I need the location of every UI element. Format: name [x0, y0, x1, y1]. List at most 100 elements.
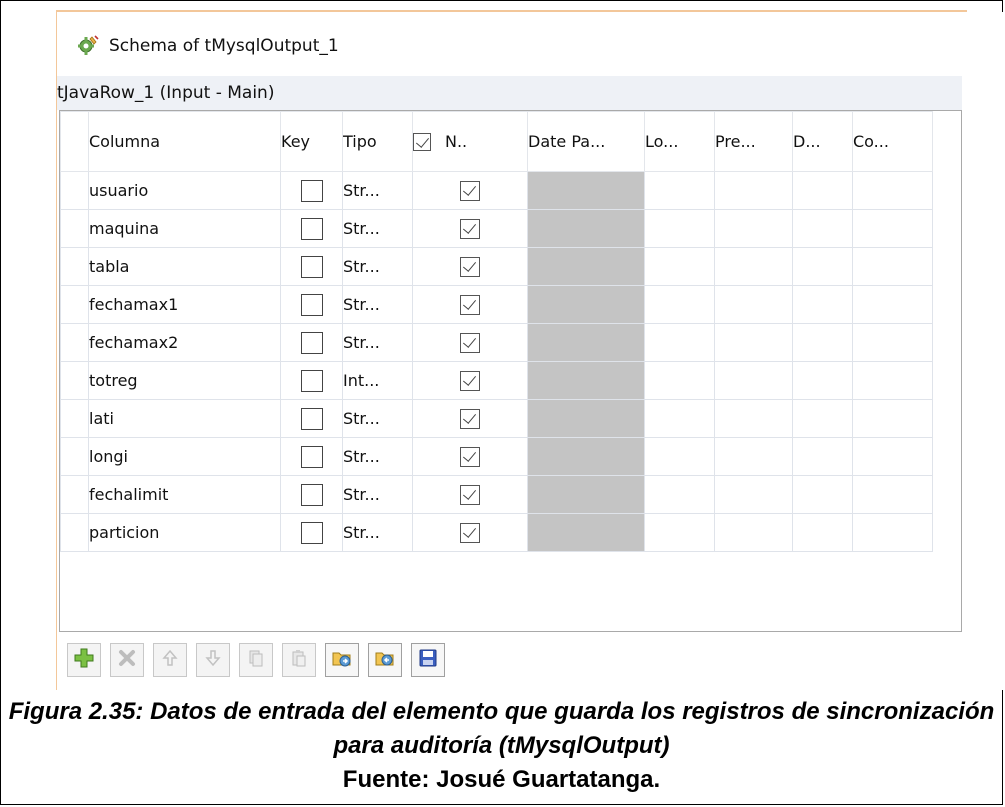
key-cell[interactable]: [280, 399, 343, 438]
table-row[interactable]: longi Str...: [60, 437, 933, 476]
column-name-cell[interactable]: lati: [88, 399, 281, 438]
table-row[interactable]: fechamax2 Str...: [60, 323, 933, 362]
key-checkbox[interactable]: [300, 293, 323, 316]
nullable-cell[interactable]: [412, 399, 528, 438]
default-cell[interactable]: [792, 361, 853, 400]
table-row[interactable]: usuario Str...: [60, 171, 933, 210]
default-cell[interactable]: [792, 399, 853, 438]
key-cell[interactable]: [280, 475, 343, 514]
table-row[interactable]: tabla Str...: [60, 247, 933, 286]
column-header-default[interactable]: D...: [792, 111, 853, 172]
column-name-cell[interactable]: usuario: [88, 171, 281, 210]
key-checkbox[interactable]: [300, 369, 323, 392]
precision-cell[interactable]: [714, 247, 793, 286]
column-header-precision[interactable]: Pre...: [714, 111, 793, 172]
type-cell[interactable]: Str...: [342, 247, 413, 286]
table-row[interactable]: fechamax1 Str...: [60, 285, 933, 324]
type-cell[interactable]: Str...: [342, 209, 413, 248]
column-name-cell[interactable]: fechamax1: [88, 285, 281, 324]
column-name-cell[interactable]: totreg: [88, 361, 281, 400]
comment-cell[interactable]: [852, 399, 933, 438]
column-header-date-pattern[interactable]: Date Pa...: [527, 111, 645, 172]
nullable-checkbox[interactable]: [460, 294, 480, 315]
length-cell[interactable]: [644, 361, 715, 400]
key-cell[interactable]: [280, 247, 343, 286]
default-cell[interactable]: [792, 475, 853, 514]
nullable-checkbox[interactable]: [460, 522, 480, 543]
key-checkbox[interactable]: [300, 255, 323, 278]
comment-cell[interactable]: [852, 437, 933, 476]
column-header-comment[interactable]: Co...: [852, 111, 933, 172]
precision-cell[interactable]: [714, 513, 793, 552]
precision-cell[interactable]: [714, 323, 793, 362]
nullable-cell[interactable]: [412, 171, 528, 210]
table-row[interactable]: particion Str...: [60, 513, 933, 552]
default-cell[interactable]: [792, 513, 853, 552]
key-checkbox[interactable]: [300, 521, 323, 544]
nullable-checkbox[interactable]: [460, 332, 480, 353]
nullable-checkbox[interactable]: [460, 408, 480, 429]
paste-button[interactable]: [282, 643, 316, 677]
nullable-cell[interactable]: [412, 323, 528, 362]
move-down-button[interactable]: [196, 643, 230, 677]
column-name-cell[interactable]: particion: [88, 513, 281, 552]
comment-cell[interactable]: [852, 171, 933, 210]
column-name-cell[interactable]: fechamax2: [88, 323, 281, 362]
default-cell[interactable]: [792, 323, 853, 362]
nullable-cell[interactable]: [412, 247, 528, 286]
key-cell[interactable]: [280, 209, 343, 248]
length-cell[interactable]: [644, 513, 715, 552]
precision-cell[interactable]: [714, 475, 793, 514]
key-checkbox[interactable]: [300, 217, 323, 240]
move-up-button[interactable]: [153, 643, 187, 677]
comment-cell[interactable]: [852, 361, 933, 400]
type-cell[interactable]: Str...: [342, 513, 413, 552]
comment-cell[interactable]: [852, 209, 933, 248]
precision-cell[interactable]: [714, 361, 793, 400]
comment-cell[interactable]: [852, 513, 933, 552]
type-cell[interactable]: Str...: [342, 399, 413, 438]
type-cell[interactable]: Str...: [342, 285, 413, 324]
type-cell[interactable]: Str...: [342, 475, 413, 514]
column-header-tipo[interactable]: Tipo: [342, 111, 413, 172]
export-button[interactable]: [368, 643, 402, 677]
comment-cell[interactable]: [852, 285, 933, 324]
key-cell[interactable]: [280, 285, 343, 324]
length-cell[interactable]: [644, 437, 715, 476]
precision-cell[interactable]: [714, 171, 793, 210]
save-button[interactable]: [411, 643, 445, 677]
comment-cell[interactable]: [852, 247, 933, 286]
nullable-cell[interactable]: [412, 513, 528, 552]
column-name-cell[interactable]: fechalimit: [88, 475, 281, 514]
table-row[interactable]: fechalimit Str...: [60, 475, 933, 514]
precision-cell[interactable]: [714, 285, 793, 324]
column-header-columna[interactable]: Columna: [88, 111, 281, 172]
remove-button[interactable]: [110, 643, 144, 677]
key-checkbox[interactable]: [300, 445, 323, 468]
type-cell[interactable]: Str...: [342, 437, 413, 476]
key-checkbox[interactable]: [300, 407, 323, 430]
length-cell[interactable]: [644, 399, 715, 438]
length-cell[interactable]: [644, 171, 715, 210]
add-button[interactable]: [67, 643, 101, 677]
key-checkbox[interactable]: [300, 179, 323, 202]
length-cell[interactable]: [644, 475, 715, 514]
length-cell[interactable]: [644, 323, 715, 362]
length-cell[interactable]: [644, 247, 715, 286]
type-cell[interactable]: Str...: [342, 171, 413, 210]
nullable-cell[interactable]: [412, 285, 528, 324]
nullable-cell[interactable]: [412, 475, 528, 514]
nullable-checkbox[interactable]: [460, 256, 480, 277]
column-name-cell[interactable]: tabla: [88, 247, 281, 286]
table-row[interactable]: maquina Str...: [60, 209, 933, 248]
table-row[interactable]: lati Str...: [60, 399, 933, 438]
nullable-checkbox[interactable]: [460, 484, 480, 505]
precision-cell[interactable]: [714, 437, 793, 476]
default-cell[interactable]: [792, 171, 853, 210]
key-cell[interactable]: [280, 437, 343, 476]
default-cell[interactable]: [792, 209, 853, 248]
key-cell[interactable]: [280, 323, 343, 362]
nullable-cell[interactable]: [412, 361, 528, 400]
key-checkbox[interactable]: [300, 331, 323, 354]
copy-button[interactable]: [239, 643, 273, 677]
